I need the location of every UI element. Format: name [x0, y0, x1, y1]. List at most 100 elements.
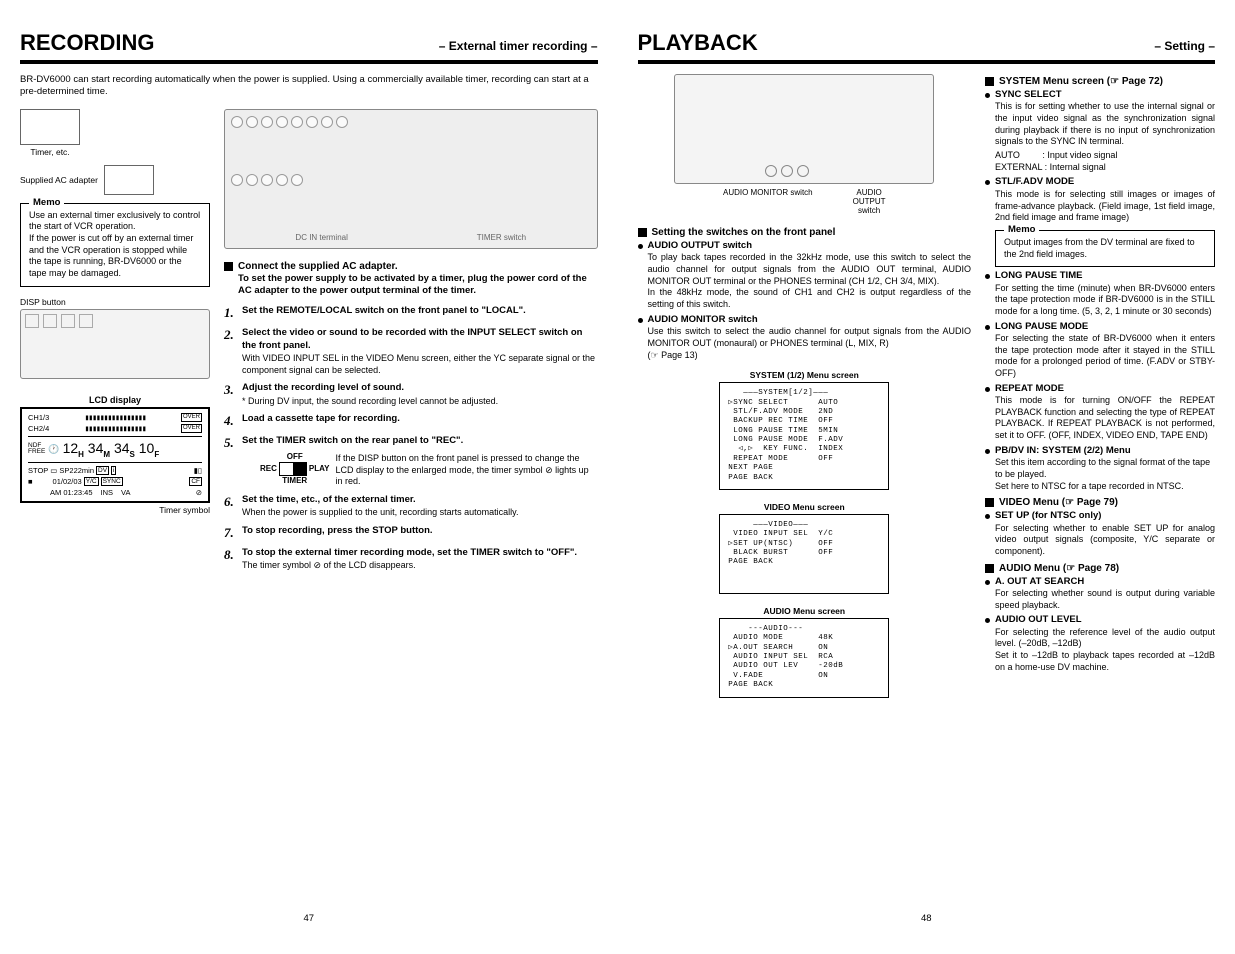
stl-fadv-desc: This mode is for selecting still images …: [995, 189, 1215, 224]
memo-box-left: Memo Use an external timer exclusively t…: [20, 203, 210, 287]
stl-fadv-memo: Output images from the DV terminal are f…: [1004, 237, 1195, 259]
long-pause-time-title: LONG PAUSE TIME: [995, 270, 1215, 282]
step-3: 3. Adjust the recording level of sound. …: [224, 382, 598, 407]
step-body-8: To stop the external timer recording mod…: [242, 547, 577, 558]
step-body-3: Adjust the recording level of sound.: [242, 382, 404, 393]
step-body-7: To stop recording, press the STOP button…: [242, 525, 433, 536]
audio-monitor-label: AUDIO MONITOR switch: [723, 188, 813, 215]
step-6: 6. Set the time, etc., of the external t…: [224, 494, 598, 519]
rear-panel-diagram: Timer, etc. Supplied AC adapter: [20, 109, 210, 195]
adapter-label: Supplied AC adapter: [20, 175, 98, 185]
header-left: RECORDING – External timer recording –: [20, 30, 598, 64]
lcd-ins: INS: [101, 488, 114, 497]
timer-symbol-label: Timer symbol: [20, 505, 210, 515]
dot-icon: [985, 449, 990, 454]
lcd-bars1: ▮▮▮▮▮▮▮▮▮▮▮▮▮▮▮▮: [85, 413, 146, 422]
system-menu-head: SYSTEM Menu screen (☞ Page 72): [999, 76, 1163, 87]
lcd-batt-icon: ▮▯: [194, 466, 202, 475]
square-bullet-icon: [224, 262, 233, 271]
pb-diagram-labels: AUDIO MONITOR switch AUDIO OUTPUT switch: [638, 188, 972, 215]
lcd-ch24: CH2/4: [28, 424, 49, 433]
subtitle-playback: – Setting –: [1154, 39, 1215, 53]
front-panel-playback-diagram: [674, 74, 934, 184]
step-8: 8. To stop the external timer recording …: [224, 547, 598, 572]
audio-output-desc: To play back tapes recorded in the 32kHz…: [648, 252, 972, 310]
subtitle-recording: – External timer recording –: [439, 39, 598, 53]
lcd-sp: SP222min: [59, 466, 94, 475]
step-num-5: 5.: [224, 435, 238, 487]
page-number-47: 47: [20, 903, 598, 924]
timer-switch-label: TIMER switch: [477, 233, 526, 242]
sync-select-desc: This is for setting whether to use the i…: [995, 101, 1215, 148]
dot-icon: [985, 180, 990, 185]
rear-device-diagram: DC IN terminal TIMER switch: [224, 109, 598, 249]
audio-menu-box: ---AUDIO--- AUDIO MODE 48K ▷A.OUT SEARCH…: [719, 618, 889, 698]
dc-in-label: DC IN terminal: [295, 233, 347, 242]
step-num-3: 3.: [224, 382, 238, 407]
square-bullet-icon: [985, 498, 994, 507]
aout-search-title: A. OUT AT SEARCH: [995, 576, 1215, 588]
lcd-timer-icon: ⊘: [196, 488, 202, 497]
audio-monitor-ref: (☞ Page 13): [648, 350, 972, 362]
timer-switch-diagram: OFF REC PLAY TIMER If the DISP button on…: [260, 452, 598, 488]
right-side-col: SYSTEM Menu screen (☞ Page 72) SYNC SELE…: [985, 74, 1215, 903]
long-pause-time-desc: For setting the time (minute) when BR-DV…: [995, 283, 1215, 318]
memo-body: Use an external timer exclusively to con…: [29, 210, 200, 278]
lcd-va: VA: [121, 488, 130, 497]
dot-icon: [985, 580, 990, 585]
aout-search-desc: For selecting whether sound is output du…: [995, 588, 1215, 611]
disp-button-label: DISP button: [20, 297, 210, 307]
dot-icon: [985, 387, 990, 392]
lcd-sync: SYNC: [101, 477, 123, 486]
aout-level-title: AUDIO OUT LEVEL: [995, 614, 1215, 626]
right-main-col: AUDIO MONITOR switch AUDIO OUTPUT switch…: [638, 74, 972, 903]
step-1: 1. Set the REMOTE/LOCAL switch on the fr…: [224, 305, 598, 321]
audio-menu-caption: AUDIO Menu screen: [638, 606, 972, 616]
audio-output-label3: switch: [858, 206, 880, 215]
lcd-cf-tag: CF: [189, 477, 202, 486]
sw-play-label: PLAY: [309, 464, 330, 474]
lcd-rec-icon: ■: [28, 477, 33, 486]
lcd-date: 01/02/03: [53, 477, 82, 486]
step-num-8: 8.: [224, 547, 238, 572]
video-menu-box: ———VIDEO——— VIDEO INPUT SEL Y/C ▷SET UP(…: [719, 514, 889, 594]
page-right: PLAYBACK – Setting – AUDIO MONITOR switc…: [638, 30, 1216, 924]
video-menu-caption: VIDEO Menu screen: [638, 502, 972, 512]
long-pause-mode-title: LONG PAUSE MODE: [995, 321, 1215, 333]
lcd-tc-prefix: NDF FREE: [28, 443, 45, 456]
lcd-clock-icon: 🕐: [48, 444, 59, 455]
system-menu-caption: SYSTEM (1/2) Menu screen: [638, 370, 972, 380]
lcd-timecode: 12H 34M 34S 10F: [63, 440, 160, 459]
long-pause-mode-desc: For selecting the state of BR-DV6000 whe…: [995, 333, 1215, 380]
sw-off-label: OFF: [287, 452, 303, 462]
lcd-cassette-icon: ▭: [50, 466, 57, 475]
intro-text: BR-DV6000 can start recording automatica…: [20, 74, 598, 99]
connect-adapter-body: To set the power supply to be activated …: [238, 273, 598, 298]
step-2: 2. Select the video or sound to be recor…: [224, 327, 598, 376]
audio-menu-head: AUDIO Menu (☞ Page 78): [999, 563, 1119, 574]
page-number-48: 48: [638, 903, 1216, 924]
lcd-dv-tag: DV: [96, 466, 109, 475]
pbdv-title: PB/DV IN: SYSTEM (2/2) Menu: [995, 445, 1215, 457]
step-body-5: Set the TIMER switch on the rear panel t…: [242, 435, 463, 446]
audio-monitor-title: AUDIO MONITOR switch: [648, 314, 972, 326]
video-menu-head: VIDEO Menu (☞ Page 79): [999, 497, 1118, 508]
sync-select-title: SYNC SELECT: [995, 89, 1215, 101]
title-playback: PLAYBACK: [638, 30, 758, 56]
lcd-over2: OVER: [181, 424, 202, 433]
lcd-i-tag: i: [111, 466, 116, 475]
lcd-stop: STOP: [28, 466, 48, 475]
title-recording: RECORDING: [20, 30, 154, 56]
step-body-1: Set the REMOTE/LOCAL switch on the front…: [242, 305, 526, 316]
dot-icon: [985, 274, 990, 279]
square-bullet-icon: [985, 564, 994, 573]
step-note-2: With VIDEO INPUT SEL in the VIDEO Menu s…: [242, 353, 598, 376]
front-panel-diagram: [20, 309, 210, 379]
square-bullet-icon: [985, 77, 994, 86]
lcd-ch13: CH1/3: [28, 413, 49, 422]
left-wide-col: DC IN terminal TIMER switch Connect the …: [224, 109, 598, 903]
header-right: PLAYBACK – Setting –: [638, 30, 1216, 64]
dot-icon: [638, 318, 643, 323]
step-note-8: The timer symbol ⊘ of the LCD disappears…: [242, 560, 598, 572]
sw-timer-label: TIMER: [282, 476, 307, 486]
